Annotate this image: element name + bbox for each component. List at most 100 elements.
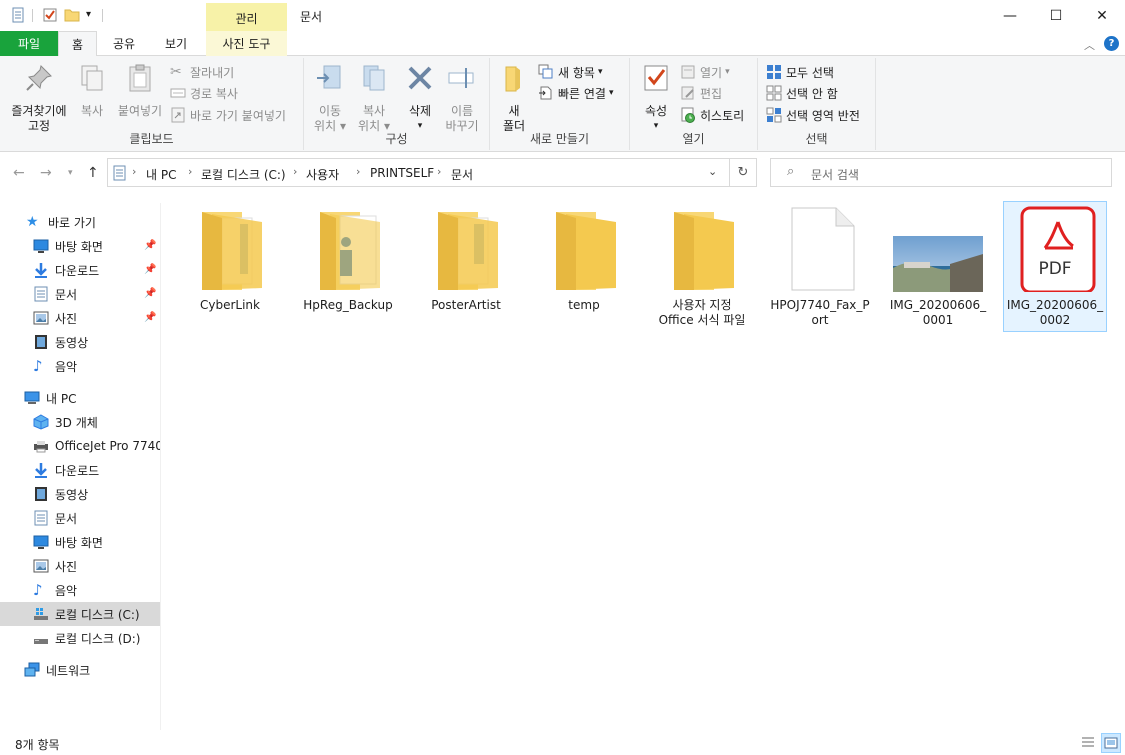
search-box[interactable]: ⌕ 문서 검색: [770, 158, 1112, 187]
nav-downloads[interactable]: 다운로드: [0, 458, 160, 482]
nav-quick-downloads[interactable]: 다운로드 📌: [0, 258, 160, 282]
select-all-button[interactable]: 모두 선택: [766, 62, 834, 82]
nav-music[interactable]: ♪ 음악: [0, 578, 160, 602]
nav-pictures[interactable]: 사진: [0, 554, 160, 578]
invert-selection-button[interactable]: 선택 영역 반전: [766, 105, 860, 125]
file-item[interactable]: temp: [532, 204, 636, 313]
breadcrumb-chevron-icon[interactable]: ›: [132, 165, 136, 178]
cut-button[interactable]: ✂ 잘라내기: [170, 62, 234, 82]
properties-check-icon: [644, 65, 668, 91]
new-item-button[interactable]: 새 항목 ▾: [538, 62, 602, 82]
file-item[interactable]: PosterArtist: [414, 204, 518, 313]
nav-desktop[interactable]: 바탕 화면: [0, 530, 160, 554]
address-bar[interactable]: › 내 PC › 로컬 디스크 (C:) › 사용자 › PRINTSELF ›…: [107, 158, 730, 187]
select-none-button[interactable]: 선택 안 함: [766, 83, 838, 103]
nav-local-disk-c[interactable]: 로컬 디스크 (C:): [0, 602, 160, 626]
file-item[interactable]: IMG_20200606_ 0001: [886, 204, 990, 328]
forward-arrow-icon[interactable]: →: [40, 165, 52, 181]
file-item[interactable]: 사용자 지정 Office 서식 파일: [650, 204, 754, 328]
delete-button[interactable]: 삭제 ▾: [402, 62, 438, 134]
breadcrumb-users[interactable]: 사용자: [306, 166, 339, 183]
breadcrumb-documents[interactable]: 문서: [451, 166, 473, 183]
recent-locations-icon[interactable]: ▾: [68, 168, 73, 178]
nav-local-disk-d[interactable]: 로컬 디스크 (D:): [0, 626, 160, 650]
pin-icon[interactable]: 📌: [144, 264, 156, 276]
nav-this-pc[interactable]: 내 PC: [0, 386, 160, 410]
edit-button[interactable]: 편집: [680, 83, 722, 103]
copy-to-button[interactable]: 복사 위치 ▾: [354, 62, 394, 134]
nav-quick-videos[interactable]: 동영상: [0, 330, 160, 354]
new-folder-button[interactable]: 새 폴더: [498, 62, 530, 134]
tab-file[interactable]: 파일: [0, 31, 58, 56]
rename-button[interactable]: 이름 바꾸기: [442, 62, 482, 134]
details-view-icon[interactable]: [1080, 735, 1096, 751]
breadcrumb-chevron-icon[interactable]: ›: [188, 165, 192, 178]
easy-access-button[interactable]: 빠른 연결 ▾: [538, 83, 614, 103]
collapse-ribbon-icon[interactable]: ︿: [1084, 37, 1095, 53]
pin-icon[interactable]: 📌: [144, 288, 156, 300]
properties-icon[interactable]: [10, 7, 26, 23]
nav-quick-music[interactable]: ♪ 음악: [0, 354, 160, 378]
nav-quick-desktop[interactable]: 바탕 화면 📌: [0, 234, 160, 258]
open-button[interactable]: 열기 ▾: [680, 62, 730, 82]
help-icon[interactable]: ?: [1104, 36, 1119, 51]
nav-quick-documents[interactable]: 문서 📌: [0, 282, 160, 306]
music-note-icon: ♪: [33, 581, 43, 599]
breadcrumb-user[interactable]: PRINTSELF: [370, 166, 434, 180]
tab-view[interactable]: 보기: [152, 31, 200, 56]
organize-group: 이동 위치 ▾ 복사 위치 ▾ 삭제 ▾ 이름 바꾸기 구성: [304, 58, 490, 150]
tab-home[interactable]: 홈: [58, 31, 97, 57]
nav-videos[interactable]: 동영상: [0, 482, 160, 506]
nav-quick-pictures[interactable]: 사진 📌: [0, 306, 160, 330]
invert-selection-label: 선택 영역 반전: [786, 108, 860, 123]
paste-button[interactable]: 붙여넣기: [114, 62, 166, 119]
large-icons-view-icon[interactable]: [1101, 733, 1121, 753]
file-item[interactable]: CyberLink: [178, 204, 282, 313]
tab-share[interactable]: 공유: [100, 31, 148, 56]
breadcrumb-local-disk[interactable]: 로컬 디스크 (C:): [201, 166, 286, 183]
checkbox-icon[interactable]: [42, 7, 58, 23]
address-history-chevron-down-icon[interactable]: ⌄: [708, 165, 717, 178]
back-arrow-icon[interactable]: ←: [13, 165, 25, 181]
file-item[interactable]: HpReg_Backup: [296, 204, 400, 313]
nav-item-label: 로컬 디스크 (C:): [55, 607, 140, 622]
pin-icon[interactable]: 📌: [144, 312, 156, 324]
close-button[interactable]: ✕: [1079, 0, 1125, 31]
file-name: ort: [811, 313, 829, 327]
pin-to-quick-access-button[interactable]: 즐겨찾기에 고정: [6, 62, 72, 134]
properties-button[interactable]: 속성 ▾: [638, 62, 674, 134]
context-tab-manage: 관리: [206, 3, 287, 31]
navigation-pane: ★ 바로 가기 바탕 화면 📌 다운로드 📌 문서 📌 사진 📌 동영상 ♪ 음악 …: [0, 203, 161, 730]
customize-qat-icon[interactable]: ▾: [86, 9, 91, 20]
select-none-label: 선택 안 함: [786, 86, 838, 101]
up-arrow-icon[interactable]: ↑: [87, 165, 99, 181]
move-to-button[interactable]: 이동 위치 ▾: [310, 62, 350, 134]
nav-item-label: 음악: [55, 359, 78, 374]
nav-network[interactable]: 네트워크: [0, 658, 160, 682]
folder-icon: [418, 204, 514, 292]
file-item-selected[interactable]: PDF IMG_20200606_ 0002: [1003, 201, 1107, 332]
tab-picture-tools[interactable]: 사진 도구: [206, 31, 287, 56]
file-name: CyberLink: [200, 298, 260, 312]
breadcrumb-this-pc[interactable]: 내 PC: [146, 166, 176, 183]
copy-path-button[interactable]: 경로 복사: [170, 83, 238, 103]
copy-button[interactable]: 복사: [76, 62, 108, 119]
history-button[interactable]: 히스토리: [680, 105, 744, 125]
nav-3d-objects[interactable]: 3D 개체: [0, 410, 160, 434]
pin-icon[interactable]: 📌: [144, 240, 156, 252]
refresh-button[interactable]: ↻: [729, 158, 757, 187]
nav-documents[interactable]: 문서: [0, 506, 160, 530]
maximize-button[interactable]: ☐: [1033, 0, 1079, 31]
paste-shortcut-button[interactable]: 바로 가기 붙여넣기: [170, 105, 286, 125]
breadcrumb-chevron-icon[interactable]: ›: [356, 165, 360, 178]
breadcrumb-chevron-icon[interactable]: ›: [293, 165, 297, 178]
new-folder-icon[interactable]: [64, 7, 80, 23]
file-item[interactable]: HPOJ7740_Fax_P ort: [768, 204, 872, 328]
nav-network-label: 네트워크: [46, 663, 91, 678]
nav-quick-access[interactable]: ★ 바로 가기: [0, 210, 160, 234]
minimize-button[interactable]: —: [987, 0, 1033, 31]
nav-printer[interactable]: OfficeJet Pro 7740: [0, 434, 160, 458]
pdf-icon: PDF: [1007, 204, 1103, 294]
breadcrumb-chevron-icon[interactable]: ›: [437, 165, 441, 178]
edit-label: 편집: [700, 86, 723, 101]
